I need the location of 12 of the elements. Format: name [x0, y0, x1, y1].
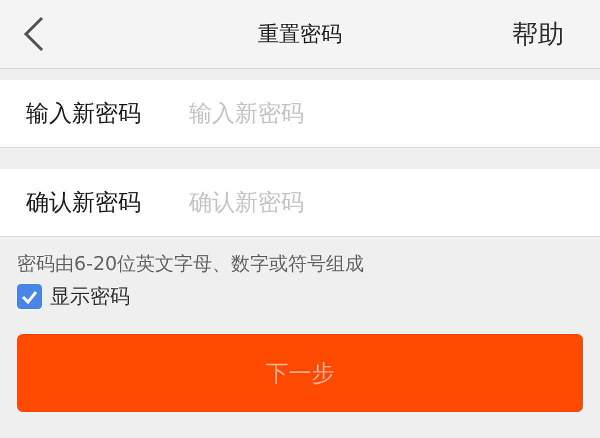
- checkbox-label: 显示密码: [50, 283, 130, 310]
- password-input[interactable]: 输入新密码: [187, 100, 600, 128]
- password-field[interactable]: 输入新密码 输入新密码: [0, 80, 600, 148]
- help-link[interactable]: 帮助: [512, 16, 564, 52]
- password-field[interactable]: 确认新密码 确认新密码: [0, 169, 600, 237]
- password-hint: 密码由6-20位英文字母、数字或符号组成: [17, 252, 366, 277]
- page-title: 重置密码: [258, 21, 342, 48]
- checkmark-icon: [21, 290, 38, 304]
- field-label: 确认新密码: [26, 189, 142, 218]
- show-password-checkbox[interactable]: [17, 284, 42, 309]
- password-input[interactable]: 确认新密码: [187, 188, 600, 216]
- field-label: 输入新密码: [26, 100, 142, 129]
